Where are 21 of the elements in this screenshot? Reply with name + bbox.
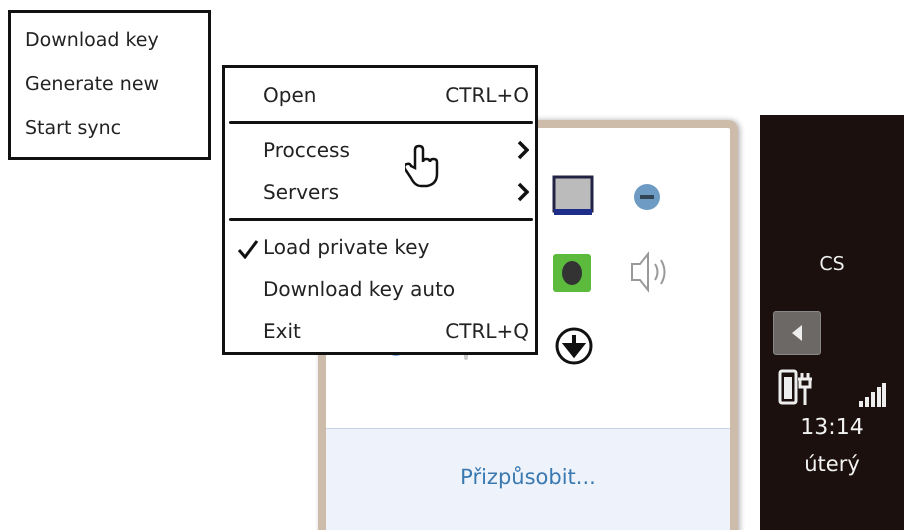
customize-link[interactable]: Přizpůsobit... <box>460 465 596 493</box>
battery-plug-icon[interactable] <box>778 367 814 407</box>
submenu-item[interactable]: Generate new <box>25 65 208 103</box>
caret-left-icon <box>790 324 804 342</box>
menu-item[interactable]: Download key auto <box>225 268 533 310</box>
menu-item[interactable]: Exit CTRL+Q <box>225 310 533 352</box>
menu-item[interactable]: Proccess <box>225 128 533 171</box>
hand-cursor-icon <box>405 144 441 188</box>
download-icon[interactable] <box>554 326 594 366</box>
submenu-item[interactable]: Download key <box>25 21 208 59</box>
show-hidden-icons-button[interactable] <box>773 311 821 355</box>
menu-item[interactable]: Load private key <box>225 226 533 268</box>
language-indicator[interactable]: CS <box>819 253 845 275</box>
menu-item[interactable]: Servers <box>225 170 533 213</box>
signal-icon[interactable] <box>858 383 886 407</box>
clock-time[interactable]: 13:14 <box>800 415 864 440</box>
laptop-icon[interactable] <box>552 175 594 217</box>
circle-icon[interactable] <box>632 182 662 212</box>
clock-day[interactable]: úterý <box>804 452 860 476</box>
menu-item[interactable]: Open CTRL+O <box>225 74 533 116</box>
submenu-item[interactable]: Start sync <box>25 109 208 147</box>
